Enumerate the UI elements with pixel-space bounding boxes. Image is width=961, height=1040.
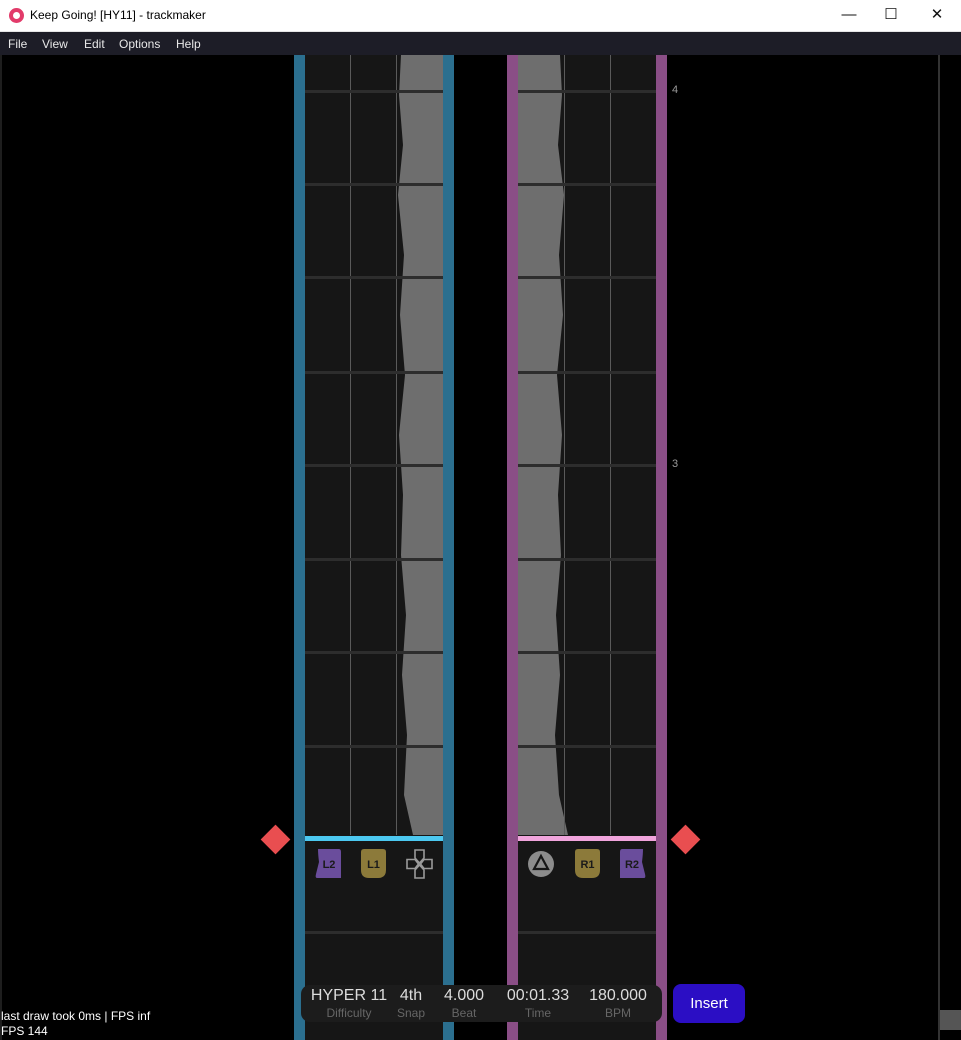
beat-line (518, 558, 656, 561)
beat-stat[interactable]: 4.000 Beat (437, 986, 491, 1020)
beat-line (305, 371, 443, 374)
title-bar: Keep Going! [HY11] - trackmaker — ☐ ✕ (0, 0, 961, 32)
playhead-marker-left[interactable] (260, 824, 291, 855)
scrollbar-track[interactable] (938, 55, 940, 1040)
app-logo-icon (9, 8, 24, 23)
beat-line (518, 371, 656, 374)
playhead-marker-right[interactable] (670, 824, 701, 855)
beat-line (305, 651, 443, 654)
insert-button[interactable]: Insert (673, 984, 745, 1023)
right-lane-border-left (507, 55, 518, 1040)
measure-number: 3 (672, 458, 679, 470)
l2-label: L2 (323, 859, 336, 871)
r2-trigger-icon: R2 (620, 849, 646, 878)
measure-number: 4 (672, 84, 679, 96)
beat-line (305, 183, 443, 186)
menu-help[interactable]: Help (176, 37, 201, 51)
beat-line (518, 183, 656, 186)
time-label: Time (524, 1006, 552, 1020)
fps-status: FPS 144 (1, 1024, 48, 1038)
beat-line (518, 651, 656, 654)
left-lane-border-right (443, 55, 454, 1040)
l1-bumper-icon: L1 (361, 849, 386, 878)
beat-value: 4.000 (443, 987, 485, 1004)
beat-line (305, 745, 443, 748)
right-lane-waveform (518, 55, 568, 835)
beat-line (518, 931, 656, 934)
draw-time-status: last draw took 0ms | FPS inf (1, 1009, 151, 1023)
left-judgement-line (305, 836, 443, 841)
right-lane-column-divider (610, 55, 611, 835)
left-lane-border-left (294, 55, 305, 1040)
scrollbar-thumb[interactable] (940, 1010, 961, 1030)
bpm-label: BPM (604, 1006, 631, 1020)
measure-line (518, 90, 656, 93)
menu-edit[interactable]: Edit (84, 37, 105, 51)
bpm-value: 180.000 (589, 987, 647, 1004)
beat-line (305, 931, 443, 934)
difficulty-value: HYPER 11 (310, 987, 388, 1004)
bpm-stat[interactable]: 180.000 BPM (581, 986, 655, 1020)
close-button[interactable]: ✕ (914, 0, 960, 31)
measure-line (305, 90, 443, 93)
l1-label: L1 (367, 859, 380, 871)
beat-line (518, 276, 656, 279)
r2-label: R2 (625, 859, 639, 871)
r1-label: R1 (580, 859, 594, 871)
time-value: 00:01.33 (506, 987, 570, 1004)
left-lane-column-divider (396, 55, 397, 835)
beat-line (305, 276, 443, 279)
canvas-left-edge (0, 55, 2, 1040)
triangle-button-icon (528, 851, 554, 877)
difficulty-stat[interactable]: HYPER 11 Difficulty (309, 986, 389, 1020)
snap-value: 4th (399, 987, 423, 1004)
dpad-icon (406, 849, 433, 879)
menu-file[interactable]: File (8, 37, 27, 51)
time-stat[interactable]: 00:01.33 Time (501, 986, 575, 1020)
difficulty-label: Difficulty (326, 1006, 372, 1020)
window-title: Keep Going! [HY11] - trackmaker (30, 8, 206, 22)
l2-trigger-icon: L2 (315, 849, 341, 878)
beat-line (518, 745, 656, 748)
left-lane-column-divider (350, 55, 351, 835)
minimize-button[interactable]: — (826, 0, 872, 31)
menu-options[interactable]: Options (119, 37, 160, 51)
menu-view[interactable]: View (42, 37, 68, 51)
beat-label: Beat (451, 1006, 477, 1020)
measure-line (518, 464, 656, 467)
r1-bumper-icon: R1 (575, 849, 600, 878)
snap-stat[interactable]: 4th Snap (393, 986, 429, 1020)
menu-bar: File View Edit Options Help (0, 32, 961, 55)
measure-line (305, 464, 443, 467)
right-lane-border-right (656, 55, 667, 1040)
left-lane-waveform (398, 55, 443, 835)
maximize-button[interactable]: ☐ (868, 0, 914, 31)
beat-line (305, 558, 443, 561)
right-lane-column-divider (564, 55, 565, 835)
right-judgement-line (518, 836, 656, 841)
chart-editor-canvas[interactable]: 4 3 L2 L1 R1 R2 HYPER 11 Difficulty 4th … (0, 55, 961, 1040)
snap-label: Snap (396, 1006, 426, 1020)
